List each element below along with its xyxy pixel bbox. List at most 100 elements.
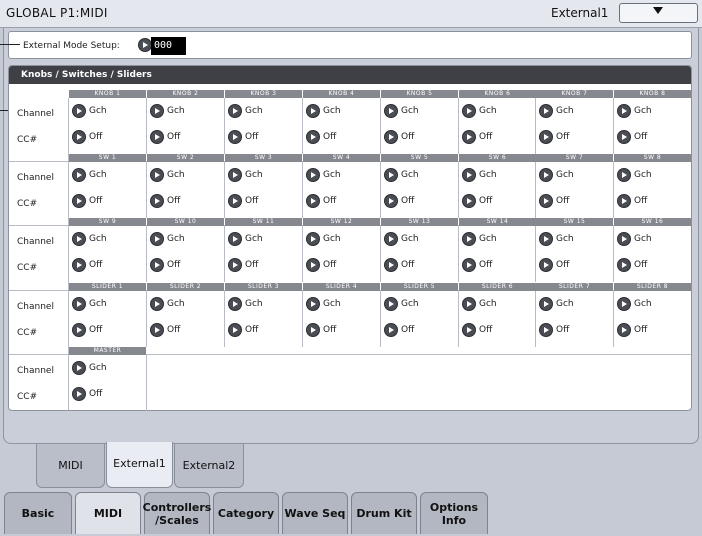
external-mode-setup-popup-button[interactable] — [138, 38, 152, 52]
section-tab-midi[interactable]: MIDI — [75, 492, 141, 534]
channel-popup-button[interactable] — [617, 232, 631, 246]
channel-popup-button[interactable] — [306, 168, 320, 182]
channel-popup-button[interactable] — [384, 104, 398, 118]
cc-popup-button[interactable] — [617, 194, 631, 208]
cc-value[interactable]: Off — [323, 325, 336, 335]
channel-value[interactable]: Gch — [323, 170, 341, 180]
cc-popup-button[interactable] — [228, 130, 242, 144]
channel-popup-button[interactable] — [72, 104, 86, 118]
cc-popup-button[interactable] — [462, 194, 476, 208]
channel-value[interactable]: Gch — [89, 170, 107, 180]
channel-popup-button[interactable] — [150, 297, 164, 311]
channel-value[interactable]: Gch — [401, 170, 419, 180]
channel-value[interactable]: Gch — [245, 170, 263, 180]
channel-popup-button[interactable] — [384, 232, 398, 246]
channel-popup-button[interactable] — [72, 361, 86, 375]
channel-value[interactable]: Gch — [323, 234, 341, 244]
cc-value[interactable]: Off — [89, 196, 102, 206]
cc-value[interactable]: Off — [245, 132, 258, 142]
cc-popup-button[interactable] — [384, 130, 398, 144]
cc-popup-button[interactable] — [539, 130, 553, 144]
cc-value[interactable]: Off — [245, 325, 258, 335]
channel-popup-button[interactable] — [306, 104, 320, 118]
cc-popup-button[interactable] — [539, 194, 553, 208]
channel-popup-button[interactable] — [617, 168, 631, 182]
channel-value[interactable]: Gch — [401, 234, 419, 244]
cc-value[interactable]: Off — [479, 325, 492, 335]
channel-value[interactable]: Gch — [167, 299, 185, 309]
channel-value[interactable]: Gch — [479, 170, 497, 180]
cc-value[interactable]: Off — [323, 260, 336, 270]
channel-popup-button[interactable] — [384, 168, 398, 182]
cc-popup-button[interactable] — [150, 130, 164, 144]
cc-value[interactable]: Off — [167, 196, 180, 206]
cc-popup-button[interactable] — [306, 323, 320, 337]
channel-popup-button[interactable] — [539, 232, 553, 246]
cc-value[interactable]: Off — [401, 132, 414, 142]
cc-popup-button[interactable] — [72, 130, 86, 144]
cc-popup-button[interactable] — [306, 194, 320, 208]
channel-popup-button[interactable] — [306, 232, 320, 246]
cc-value[interactable]: Off — [323, 132, 336, 142]
cc-popup-button[interactable] — [539, 258, 553, 272]
cc-popup-button[interactable] — [306, 130, 320, 144]
channel-popup-button[interactable] — [617, 297, 631, 311]
channel-value[interactable]: Gch — [323, 299, 341, 309]
cc-value[interactable]: Off — [89, 260, 102, 270]
channel-value[interactable]: Gch — [556, 170, 574, 180]
channel-value[interactable]: Gch — [479, 299, 497, 309]
cc-popup-button[interactable] — [384, 258, 398, 272]
cc-popup-button[interactable] — [150, 258, 164, 272]
cc-popup-button[interactable] — [228, 194, 242, 208]
cc-value[interactable]: Off — [479, 132, 492, 142]
channel-value[interactable]: Gch — [323, 106, 341, 116]
channel-popup-button[interactable] — [462, 104, 476, 118]
cc-popup-button[interactable] — [539, 323, 553, 337]
section-tab-optionsinfo[interactable]: Options Info — [420, 492, 488, 534]
cc-value[interactable]: Off — [245, 260, 258, 270]
channel-popup-button[interactable] — [228, 104, 242, 118]
cc-value[interactable]: Off — [167, 132, 180, 142]
cc-value[interactable]: Off — [479, 260, 492, 270]
channel-value[interactable]: Gch — [167, 106, 185, 116]
cc-value[interactable]: Off — [167, 260, 180, 270]
channel-popup-button[interactable] — [306, 297, 320, 311]
cc-value[interactable]: Off — [323, 196, 336, 206]
cc-value[interactable]: Off — [401, 196, 414, 206]
channel-value[interactable]: Gch — [479, 106, 497, 116]
cc-popup-button[interactable] — [150, 194, 164, 208]
cc-popup-button[interactable] — [72, 323, 86, 337]
cc-popup-button[interactable] — [228, 323, 242, 337]
cc-value[interactable]: Off — [556, 132, 569, 142]
channel-value[interactable]: Gch — [245, 299, 263, 309]
cc-value[interactable]: Off — [89, 389, 102, 399]
cc-value[interactable]: Off — [479, 196, 492, 206]
cc-popup-button[interactable] — [72, 194, 86, 208]
channel-popup-button[interactable] — [150, 168, 164, 182]
channel-popup-button[interactable] — [462, 232, 476, 246]
cc-value[interactable]: Off — [634, 260, 647, 270]
channel-value[interactable]: Gch — [401, 299, 419, 309]
channel-value[interactable]: Gch — [556, 234, 574, 244]
cc-value[interactable]: Off — [401, 260, 414, 270]
channel-value[interactable]: Gch — [245, 234, 263, 244]
channel-popup-button[interactable] — [539, 297, 553, 311]
channel-popup-button[interactable] — [228, 297, 242, 311]
cc-popup-button[interactable] — [150, 323, 164, 337]
cc-value[interactable]: Off — [556, 260, 569, 270]
channel-value[interactable]: Gch — [245, 106, 263, 116]
channel-value[interactable]: Gch — [89, 363, 107, 373]
channel-value[interactable]: Gch — [479, 234, 497, 244]
channel-popup-button[interactable] — [72, 232, 86, 246]
cc-popup-button[interactable] — [228, 258, 242, 272]
cc-value[interactable]: Off — [245, 196, 258, 206]
channel-value[interactable]: Gch — [634, 234, 652, 244]
channel-value[interactable]: Gch — [556, 299, 574, 309]
channel-popup-button[interactable] — [539, 168, 553, 182]
cc-popup-button[interactable] — [462, 258, 476, 272]
cc-value[interactable]: Off — [89, 132, 102, 142]
channel-popup-button[interactable] — [384, 297, 398, 311]
cc-popup-button[interactable] — [462, 323, 476, 337]
channel-popup-button[interactable] — [228, 168, 242, 182]
channel-popup-button[interactable] — [462, 297, 476, 311]
